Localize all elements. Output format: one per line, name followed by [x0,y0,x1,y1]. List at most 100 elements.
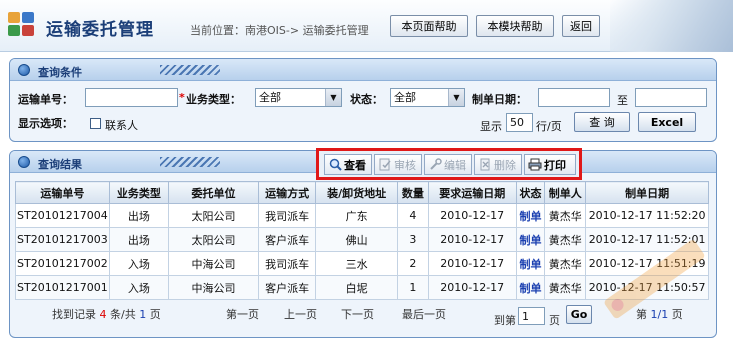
status-link[interactable]: 制单 [515,203,546,228]
view-button[interactable]: 查看 [324,154,372,175]
waybill-cell: ST20101217003 [15,227,110,252]
status-link[interactable]: 制单 [515,275,546,300]
record-count: 4 [99,308,107,321]
column-header[interactable]: 委托单位 [168,181,260,204]
column-header[interactable]: 运输单号 [15,181,110,204]
waybill-input[interactable] [85,88,178,107]
contact-checkbox[interactable] [90,118,101,129]
audit-button[interactable]: 审核 [374,154,422,175]
header-hatch-decoration [160,65,220,75]
client-cell: 中海公司 [168,251,260,276]
created-date-cell: 2010-12-17 11:52:01 [585,227,709,252]
column-header[interactable]: 业务类型 [108,181,170,204]
column-header[interactable]: 制单人 [544,181,587,204]
created-date-cell: 2010-12-17 11:50:57 [585,275,709,300]
business-type-select[interactable]: 全部 ▼ [255,88,342,107]
view-button-label: 查看 [344,158,366,172]
printer-icon [528,158,542,172]
status-link[interactable]: 制单 [515,227,546,252]
back-button[interactable]: 返回 [562,15,600,37]
delete-button[interactable]: 删除 [474,154,522,175]
table-header-row: 运输单号 业务类型 委托单位 运输方式 装/卸货地址 数量 要求运输日期 状态 … [15,181,709,204]
created-date-cell: 2010-12-17 11:51:19 [585,251,709,276]
date-label: 制单日期： [472,93,527,106]
page-word: 页 [149,308,161,321]
column-header[interactable]: 状态 [515,181,546,204]
page-help-button[interactable]: 本页面帮助 [390,15,468,37]
business-type-cell: 入场 [108,275,170,300]
chevron-down-icon[interactable]: ▼ [325,89,341,106]
first-page-link[interactable]: 第一页 [226,306,259,322]
table-row[interactable]: ST20101217001 入场 中海公司 客户派车 白坭 1 2010-12-… [15,275,709,300]
date-to-input[interactable] [635,88,707,107]
column-header[interactable]: 制单日期 [585,181,709,204]
panel-bullet-icon [18,64,30,76]
current-page-indicator: 第 1/1 页 [636,306,683,322]
audit-button-label: 审核 [394,158,416,172]
per-page-label: 行/页 [536,120,562,133]
address-cell: 三水 [315,251,399,276]
status-select[interactable]: 全部 ▼ [390,88,465,107]
print-button-label: 打印 [544,158,566,172]
transport-mode-cell: 我司派车 [258,251,317,276]
query-panel-title: 查询条件 [38,66,82,79]
table-row[interactable]: ST20101217002 入场 中海公司 我司派车 三水 2 2010-12-… [15,251,709,276]
page-size-input[interactable]: 50 [506,113,533,132]
next-page-link[interactable]: 下一页 [341,306,374,322]
prev-page-link[interactable]: 上一页 [284,306,317,322]
delete-button-label: 删除 [494,158,516,172]
page-total: 1 [139,308,147,321]
chevron-down-icon[interactable]: ▼ [448,89,464,106]
required-date-cell: 2010-12-17 [427,251,517,276]
business-type-value: 全部 [259,91,281,104]
show-label: 显示 [480,120,502,133]
status-link[interactable]: 制单 [515,251,546,276]
creator-cell: 黄杰华 [544,251,587,276]
business-type-cell: 出场 [108,227,170,252]
table-row[interactable]: ST20101217004 出场 太阳公司 我司派车 广东 4 2010-12-… [15,203,709,228]
column-header[interactable]: 运输方式 [258,181,317,204]
audit-icon [378,158,392,172]
table-row[interactable]: ST20101217003 出场 太阳公司 客户派车 佛山 3 2010-12-… [15,227,709,252]
column-header[interactable]: 数量 [397,181,429,204]
required-marker: * [179,91,185,104]
page-header: 运输委托管理 当前位置：南港OIS-> 运输委托管理 本页面帮助 本模块帮助 返… [0,0,733,52]
results-table: 运输单号 业务类型 委托单位 运输方式 装/卸货地址 数量 要求运输日期 状态 … [15,181,709,300]
breadcrumb: 当前位置：南港OIS-> 运输委托管理 [190,24,369,37]
column-header[interactable]: 要求运输日期 [427,181,517,204]
waybill-label: 运输单号： [18,93,73,106]
waybill-cell: ST20101217001 [15,275,110,300]
module-help-button[interactable]: 本模块帮助 [476,15,554,37]
current-suffix: 页 [671,308,683,321]
excel-export-button[interactable]: Excel [638,112,696,132]
go-button[interactable]: Go [566,305,592,324]
business-type-cell: 出场 [108,203,170,228]
current-page: 1/1 [650,308,669,321]
date-from-input[interactable] [538,88,610,107]
contact-checkbox-label: 联系人 [105,119,138,132]
address-cell: 广东 [315,203,399,228]
client-cell: 太阳公司 [168,203,260,228]
edit-button[interactable]: 编辑 [424,154,472,175]
waybill-cell: ST20101217002 [15,251,110,276]
current-prefix: 第 [636,308,647,321]
display-options-label: 显示选项： [18,117,73,130]
address-cell: 佛山 [315,227,399,252]
print-button[interactable]: 打印 [524,154,576,175]
required-date-cell: 2010-12-17 [427,227,517,252]
column-header[interactable]: 装/卸货地址 [315,181,399,204]
client-cell: 太阳公司 [168,227,260,252]
business-type-label: 业务类型： [186,93,241,106]
header-hatch-decoration [160,157,220,167]
records-suffix: 条/共 [110,308,136,321]
query-panel-header: 查询条件 [10,59,716,81]
business-type-cell: 入场 [108,251,170,276]
edit-button-label: 编辑 [444,158,466,172]
creator-cell: 黄杰华 [544,275,587,300]
page-title: 运输委托管理 [46,20,154,40]
goto-page-input[interactable]: 1 [518,307,545,325]
last-page-link[interactable]: 最后一页 [402,306,446,322]
goto-prefix: 到第 [494,314,516,327]
search-button[interactable]: 查 询 [574,112,630,132]
panel-bullet-icon [18,156,30,168]
